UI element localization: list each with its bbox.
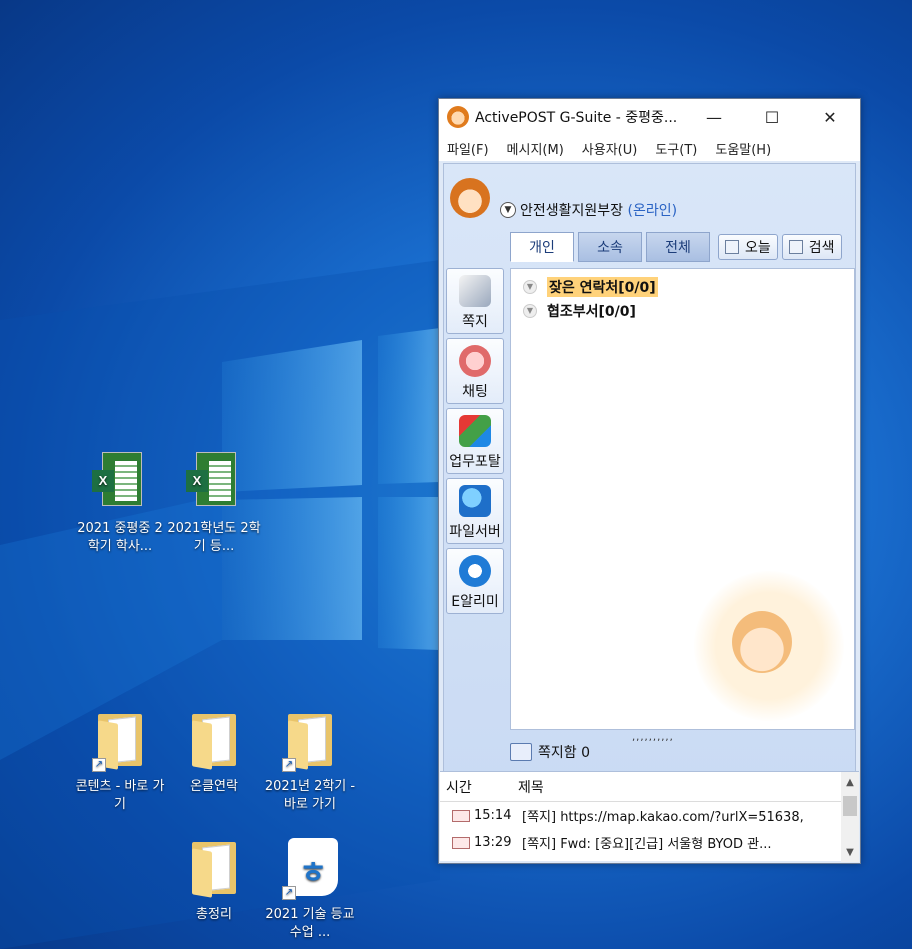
memo-inbox[interactable]: 쪽지함 0 <box>510 742 590 762</box>
folder-icon <box>186 710 242 772</box>
e-alimi-icon <box>459 555 491 587</box>
favorites-label: 잦은 연락처[0/0] <box>547 277 658 297</box>
message-row[interactable]: 15:14 [쪽지] https://map.kakao.com/?urlX=5… <box>440 802 859 829</box>
hangul-document-icon: ㅎ ↗ <box>282 838 338 900</box>
inbox-icon <box>510 743 532 761</box>
message-list-header: 시간 제목 <box>440 772 859 802</box>
contact-tabs: 개인 소속 전체 오늘 검색 <box>510 232 842 262</box>
work-portal-label: 업무포탈 <box>449 454 501 470</box>
status-dropdown-icon[interactable]: ▼ <box>500 202 516 218</box>
menu-tools[interactable]: 도구(T) <box>655 139 697 158</box>
app-mascot-icon <box>447 106 469 128</box>
e-alimi-label: E알리미 <box>451 594 499 610</box>
desktop-icon-contents-shortcut[interactable]: ↗ 콘텐츠 - 바로 가기 <box>72 710 168 814</box>
title-bar[interactable]: ActivePOST G-Suite - 중평중... — ☐ ✕ <box>439 99 860 135</box>
memo-envelope-icon <box>459 275 491 307</box>
online-status: (온라인) <box>627 203 678 219</box>
envelope-icon <box>452 836 470 849</box>
side-toolbar: 쪽지 채팅 업무포탈 파일서버 E알리미 <box>444 268 506 618</box>
user-info: ▼ 안전생활지원부장 (온라인) <box>450 178 850 222</box>
desktop-icon-label: 총정리 <box>196 907 232 922</box>
folder-shortcut-icon: ↗ <box>282 710 338 772</box>
main-panel: ▼ 안전생활지원부장 (온라인) 개인 소속 전체 오늘 검색 쪽지 채팅 업무… <box>443 163 856 831</box>
message-row[interactable]: 13:29 [쪽지] Fwd: [중요][긴급] 서울형 BYOD 관... <box>440 829 859 856</box>
maximize-button[interactable]: ☐ <box>749 99 795 135</box>
work-portal-icon <box>459 415 491 447</box>
avatar[interactable] <box>450 178 490 218</box>
desktop-icon-label: 2021 중평중 2학기 학사... <box>77 521 163 554</box>
search-label: 검색 <box>808 240 835 256</box>
desktop-icon-summary[interactable]: 총정리 <box>166 838 262 924</box>
close-button[interactable]: ✕ <box>807 99 853 135</box>
menu-file[interactable]: 파일(F) <box>447 139 489 158</box>
desktop-icon-hwp-document[interactable]: ㅎ ↗ 2021 기술 등교 수업 ... <box>262 838 358 942</box>
tab-personal[interactable]: 개인 <box>510 232 574 262</box>
menu-user[interactable]: 사용자(U) <box>582 139 638 158</box>
tab-all[interactable]: 전체 <box>646 232 710 262</box>
chat-label: 채팅 <box>462 384 488 400</box>
column-subject[interactable]: 제목 <box>518 777 544 797</box>
desktop-icon-label: 2021년 2학기 - 바로 가기 <box>264 779 356 812</box>
desktop-icon-label: 온클연락 <box>190 779 238 794</box>
mascot-watermark <box>694 571 844 721</box>
scroll-down-icon[interactable]: ▼ <box>841 844 859 862</box>
desktop-icon-label: 2021 기술 등교 수업 ... <box>265 907 355 940</box>
folder-shortcut-icon: ↗ <box>92 710 148 772</box>
envelope-icon <box>452 809 470 822</box>
memo-label: 쪽지 <box>462 314 488 330</box>
vertical-scrollbar[interactable]: ▲ ▼ <box>841 772 859 862</box>
desktop-icon-excel-1[interactable]: X 2021 중평중 2학기 학사... <box>72 452 168 556</box>
message-time: 15:14 <box>474 808 512 823</box>
file-server-label: 파일서버 <box>449 524 501 540</box>
excel-file-icon: X <box>186 452 242 514</box>
window-title: ActivePOST G-Suite - 중평중... <box>475 110 678 126</box>
inbox-label: 쪽지함 0 <box>538 745 590 761</box>
desktop-icon-onclass-contacts[interactable]: 온클연락 <box>166 710 262 796</box>
search-button[interactable]: 검색 <box>781 234 842 260</box>
menu-help[interactable]: 도움말(H) <box>715 139 771 158</box>
search-icon <box>788 240 803 254</box>
message-subject: [쪽지] https://map.kakao.com/?urlX=51638, <box>522 810 804 825</box>
user-name-status[interactable]: 안전생활지원부장 (온라인) <box>520 200 677 220</box>
e-alimi-button[interactable]: E알리미 <box>446 548 504 614</box>
minimize-button[interactable]: — <box>691 99 737 135</box>
scroll-up-icon[interactable]: ▲ <box>841 774 859 792</box>
today-label: 오늘 <box>745 240 771 256</box>
file-server-button[interactable]: 파일서버 <box>446 478 504 544</box>
message-list: 시간 제목 15:14 [쪽지] https://map.kakao.com/?… <box>440 771 859 862</box>
tree-item-favorites[interactable]: ▼ 잦은 연락처[0/0] <box>523 277 658 297</box>
excel-file-icon: X <box>92 452 148 514</box>
folder-icon <box>186 838 242 900</box>
desktop-icon-excel-2[interactable]: X 2021학년도 2학기 등... <box>166 452 262 556</box>
today-button[interactable]: 오늘 <box>718 234 778 260</box>
computer-icon <box>459 485 491 517</box>
tree-item-cooperation[interactable]: ▼ 협조부서[0/0] <box>523 301 636 321</box>
resize-grip[interactable]: ,,,,,,,,,, <box>632 732 674 743</box>
chat-button[interactable]: 채팅 <box>446 338 504 404</box>
scroll-thumb[interactable] <box>843 796 857 816</box>
menu-bar: 파일(F) 메시지(M) 사용자(U) 도구(T) 도움말(H) <box>439 135 860 161</box>
calendar-icon <box>725 240 739 254</box>
expand-icon[interactable]: ▼ <box>523 280 537 294</box>
desktop-icon-label: 콘텐츠 - 바로 가기 <box>75 779 165 812</box>
memo-button[interactable]: 쪽지 <box>446 268 504 334</box>
column-time[interactable]: 시간 <box>440 777 518 797</box>
desktop-icon-label: 2021학년도 2학기 등... <box>167 521 261 554</box>
work-portal-button[interactable]: 업무포탈 <box>446 408 504 474</box>
tab-department[interactable]: 소속 <box>578 232 642 262</box>
contact-tree: ▼ 잦은 연락처[0/0] ▼ 협조부서[0/0] <box>510 268 855 730</box>
desktop-icon-2021-semester2-shortcut[interactable]: ↗ 2021년 2학기 - 바로 가기 <box>262 710 358 814</box>
menu-message[interactable]: 메시지(M) <box>507 139 564 158</box>
chat-bubble-icon <box>459 345 491 377</box>
cooperation-label: 협조부서[0/0] <box>547 304 636 320</box>
user-name: 안전생활지원부장 <box>520 203 624 219</box>
message-subject: [쪽지] Fwd: [중요][긴급] 서울형 BYOD 관... <box>522 837 772 852</box>
message-time: 13:29 <box>474 835 512 850</box>
expand-icon[interactable]: ▼ <box>523 304 537 318</box>
activepost-window: ActivePOST G-Suite - 중평중... — ☐ ✕ 파일(F) … <box>438 98 861 864</box>
